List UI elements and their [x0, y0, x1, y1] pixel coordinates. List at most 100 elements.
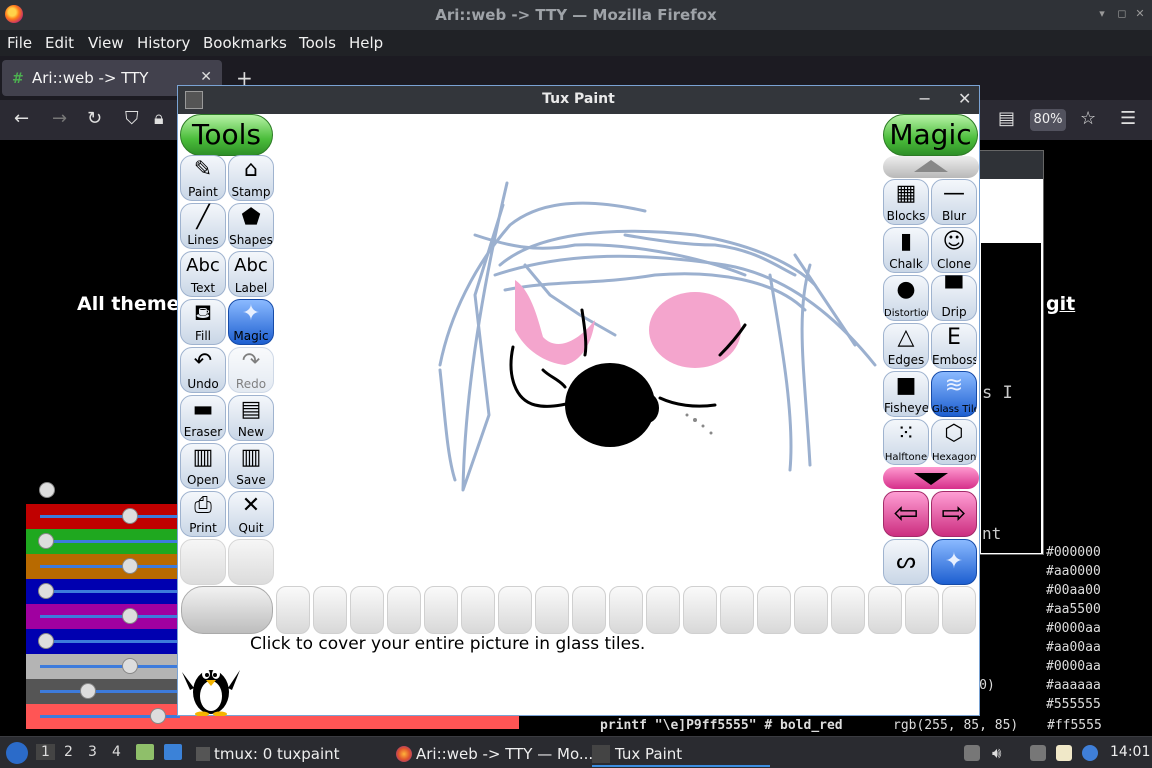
color-swatch[interactable] [498, 586, 532, 634]
workspace-1[interactable]: 1 [36, 744, 55, 760]
color-swatch[interactable] [942, 586, 976, 634]
tool-quit-button[interactable]: ✕ Quit [228, 491, 274, 537]
workspace-2[interactable]: 2 [64, 744, 73, 760]
volume-icon[interactable]: 🔊︎ [992, 744, 1001, 762]
slider-track[interactable] [40, 590, 180, 593]
color-swatch[interactable] [905, 586, 939, 634]
magic-chalk-button[interactable]: ▮ Chalk [883, 227, 929, 273]
task-firefox[interactable]: Ari::web -> TTY — Mo... [396, 741, 593, 767]
shield-icon[interactable]: ⛉ [125, 108, 139, 129]
magic-scroll-down-button[interactable] [883, 467, 979, 489]
reload-icon[interactable]: ↻ [87, 108, 102, 129]
tool-eraser-button[interactable]: ▬ Eraser [180, 395, 226, 441]
slider-knob[interactable] [150, 708, 166, 724]
previous-page-button[interactable]: ⇦ [883, 491, 929, 537]
slider-track[interactable] [40, 615, 180, 618]
maximize-icon[interactable]: ◻ [1116, 8, 1128, 20]
color-swatch[interactable] [424, 586, 458, 634]
workspace-3[interactable]: 3 [88, 744, 97, 760]
task-tmux[interactable]: tmux: 0 tuxpaint [196, 741, 340, 767]
color-swatch[interactable] [831, 586, 865, 634]
magic-emboss-button[interactable]: E Emboss [931, 323, 977, 369]
color-swatch[interactable] [868, 586, 902, 634]
slider-track[interactable] [40, 640, 180, 643]
magic-blocks-button[interactable]: ▦ Blocks [883, 179, 929, 225]
tool-open-button[interactable]: ▥ Open [180, 443, 226, 489]
tool-magic-button[interactable]: ✦ Magic [228, 299, 274, 345]
magic-fisheye-button[interactable]: ■ Fisheye [883, 371, 929, 417]
color-swatch[interactable] [609, 586, 643, 634]
slider-track[interactable] [40, 565, 180, 568]
tool-save-button[interactable]: ▥ Save [228, 443, 274, 489]
magic-blur-button[interactable]: — Blur [931, 179, 977, 225]
tool-new-button[interactable]: ▤ New [228, 395, 274, 441]
color-swatch[interactable] [757, 586, 791, 634]
tool-redo-button[interactable]: ↷ Redo [228, 347, 274, 393]
tool-shapes-button[interactable]: ⬟ Shapes [228, 203, 274, 249]
tool-stamp-button[interactable]: ⌂ Stamp [228, 155, 274, 201]
start-menu-icon[interactable] [6, 742, 28, 764]
magic-edges-button[interactable]: △ Edges [883, 323, 929, 369]
magic-hexagon-mosaic-button[interactable]: ⬡ Hexagon Mosaic [931, 419, 977, 465]
tool-paint-button[interactable]: ✎ Paint [180, 155, 226, 201]
slider-knob[interactable] [122, 608, 138, 624]
slider-track[interactable] [40, 515, 180, 518]
menu-edit[interactable]: Edit [45, 34, 74, 52]
reader-view-icon[interactable]: ▤ [998, 108, 1015, 129]
menu-view[interactable]: View [88, 34, 124, 52]
magic-mode-fullscreen-button[interactable]: ✦ [931, 539, 977, 585]
color-swatch[interactable] [276, 586, 310, 634]
slider-knob[interactable] [38, 533, 54, 549]
file-manager-icon[interactable] [136, 744, 154, 760]
color-swatch[interactable] [646, 586, 680, 634]
tool-lines-button[interactable]: ╱ Lines [180, 203, 226, 249]
color-swatch[interactable] [683, 586, 717, 634]
color-swatch[interactable] [387, 586, 421, 634]
slider-knob[interactable] [39, 482, 55, 498]
slider-track[interactable] [40, 690, 180, 693]
tab-close-icon[interactable]: ✕ [200, 69, 212, 85]
menu-history[interactable]: History [137, 34, 190, 52]
notification-icon[interactable] [1082, 745, 1098, 761]
drawing-canvas[interactable] [275, 115, 882, 585]
tray-up-icon[interactable] [964, 745, 980, 761]
color-swatch[interactable] [720, 586, 754, 634]
back-arrow-icon[interactable]: ← [14, 108, 29, 129]
tool-fill-button[interactable]: ⛾ Fill [180, 299, 226, 345]
minimize-icon[interactable]: ▾ [1096, 8, 1108, 20]
tool-text-button[interactable]: Abc Text [180, 251, 226, 297]
color-swatch[interactable] [350, 586, 384, 634]
color-swatch[interactable] [794, 586, 828, 634]
forward-arrow-icon[interactable]: → [52, 108, 67, 129]
slider-knob[interactable] [122, 658, 138, 674]
tool-label-button[interactable]: Abc Label [228, 251, 274, 297]
magic-halftone-button[interactable]: ⁙ Halftone [883, 419, 929, 465]
menu-help[interactable]: Help [349, 34, 383, 52]
color-swatch[interactable] [461, 586, 495, 634]
color-swatch[interactable] [572, 586, 606, 634]
slider-knob[interactable] [122, 508, 138, 524]
network-icon[interactable] [1030, 745, 1046, 761]
slider-knob[interactable] [80, 683, 96, 699]
slider-knob[interactable] [38, 633, 54, 649]
current-color-swatch[interactable] [181, 586, 273, 634]
magic-glass-tile-button[interactable]: ≋ Glass Tile [931, 371, 977, 417]
magic-mode-paint-button[interactable]: ᔕ [883, 539, 929, 585]
slider-knob[interactable] [38, 583, 54, 599]
color-swatch[interactable] [313, 586, 347, 634]
slider-track[interactable] [40, 665, 180, 668]
workspace-4[interactable]: 4 [112, 744, 121, 760]
close-icon[interactable]: ✕ [1134, 8, 1146, 20]
magic-drip-button[interactable]: ▀ Drip [931, 275, 977, 321]
hamburger-menu-icon[interactable]: ☰ [1120, 108, 1136, 129]
magic-scroll-up-button[interactable] [883, 156, 979, 178]
menu-file[interactable]: File [7, 34, 32, 52]
zoom-level-badge[interactable]: 80% [1030, 109, 1066, 131]
menu-bookmarks[interactable]: Bookmarks [203, 34, 287, 52]
tool-print-button[interactable]: ⎙ Print [180, 491, 226, 537]
magic-distortion-button[interactable]: ● Distortion [883, 275, 929, 321]
lock-icon[interactable]: 🔒︎ [154, 108, 164, 129]
task-tuxpaint[interactable]: Tux Paint [592, 741, 770, 767]
slider-knob[interactable] [122, 558, 138, 574]
bookmark-star-icon[interactable]: ☆ [1080, 108, 1096, 129]
